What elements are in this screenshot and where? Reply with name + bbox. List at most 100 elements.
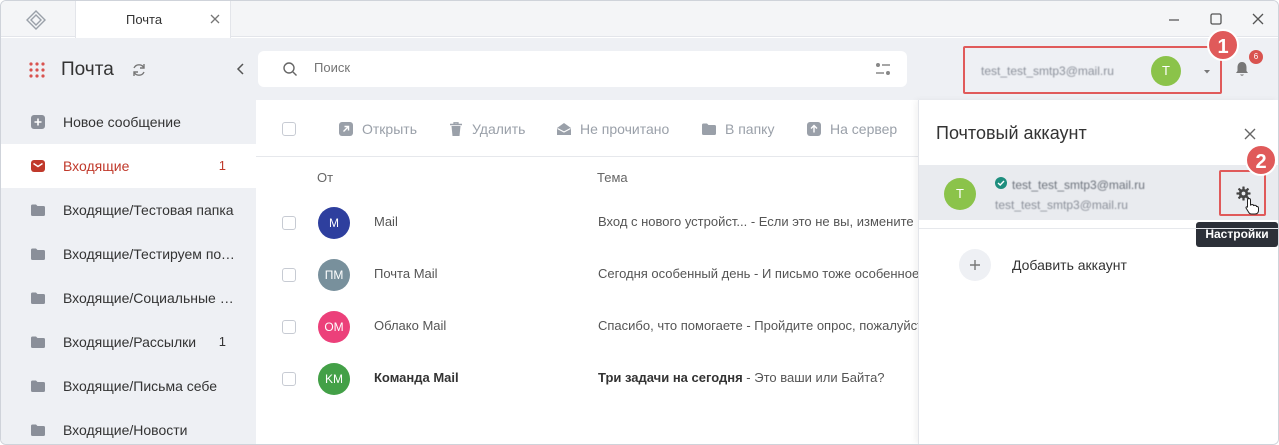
sidebar-item-folder[interactable]: Входящие/Социальные сети	[1, 276, 256, 320]
open-label: Открыть	[362, 121, 417, 137]
subject-text: Три задачи на сегодня	[598, 370, 743, 385]
sidebar-item-label: Входящие/Рассылки	[63, 334, 197, 350]
plus-icon	[970, 260, 980, 270]
message-toolbar: Открыть Удалить Не прочитано В папку На …	[256, 100, 919, 157]
sidebar-item-new-message[interactable]: Новое сообщение	[1, 100, 256, 144]
row-checkbox[interactable]	[282, 320, 296, 334]
column-header-subject[interactable]: Тема	[597, 170, 628, 185]
hand-cursor-icon	[1245, 197, 1259, 215]
sidebar-item-folder[interactable]: Входящие/Письма себе	[1, 364, 256, 408]
upload-to-server-label: На сервер	[830, 121, 898, 137]
top-bar: test_test_smtp3@mail.ru T 6	[256, 38, 1278, 100]
folder-icon	[31, 292, 45, 304]
message-row[interactable]: KM Команда Mail Три задачи на сегодня - …	[256, 353, 919, 405]
sidebar-item-folder[interactable]: Входящие/Новости	[1, 408, 256, 444]
add-account-button[interactable]	[959, 249, 991, 281]
message-subject: Три задачи на сегодня - Это ваши или Бай…	[598, 370, 919, 385]
avatar: KM	[318, 363, 350, 395]
bell-icon[interactable]	[1233, 60, 1251, 78]
move-to-folder-label: В папку	[725, 121, 775, 137]
sidebar-item-label: Входящие	[63, 158, 130, 174]
folder-icon	[702, 123, 716, 135]
tab-close-icon[interactable]	[208, 12, 222, 26]
message-row[interactable]: ПМ Почта Mail Сегодня особенный день - И…	[256, 249, 919, 301]
folder-icon	[31, 336, 45, 348]
sidebar-item-label: Входящие/Тестовая папка	[63, 202, 234, 218]
filter-icon[interactable]	[874, 61, 892, 77]
app-logo-icon	[26, 10, 46, 30]
subject-text: Сегодня особенный день	[598, 266, 751, 281]
row-checkbox[interactable]	[282, 216, 296, 230]
preview-text: - И письмо тоже особенное	[750, 266, 919, 281]
unread-count: 1	[218, 334, 226, 349]
message-subject: Вход с нового устройст... - Если это не …	[598, 214, 919, 229]
title-bar: Почта	[1, 1, 1278, 38]
caret-down-icon	[1204, 70, 1210, 74]
sidebar-item-folder[interactable]: Входящие/Тестовая папка	[1, 188, 256, 232]
select-all-checkbox[interactable]	[282, 122, 296, 136]
account-login: test_test_smtp3@mail.ru	[995, 198, 1128, 212]
account-selector[interactable]: test_test_smtp3@mail.ru T	[963, 46, 1222, 94]
folder-icon	[31, 380, 45, 392]
message-from: Команда Mail	[374, 370, 459, 385]
search-input[interactable]	[314, 60, 814, 75]
sidebar-item-folder[interactable]: Входящие/Тестируем почту	[1, 232, 256, 276]
avatar: ПМ	[318, 259, 350, 291]
message-from: Облако Mail	[374, 318, 447, 333]
row-checkbox[interactable]	[282, 268, 296, 282]
account-panel: Почтовый аккаунт T test_test_smtp3@mail.…	[918, 100, 1278, 444]
close-icon[interactable]	[1243, 127, 1257, 141]
avatar: M	[318, 207, 350, 239]
column-header-from[interactable]: От	[317, 170, 333, 185]
trash-icon	[450, 122, 462, 136]
avatar: OM	[318, 311, 350, 343]
envelope-open-icon	[557, 123, 571, 135]
mark-unread-label: Не прочитано	[580, 121, 670, 137]
tab-mail[interactable]: Почта	[75, 1, 231, 38]
preview-text: - Это ваши или Байта?	[742, 370, 885, 385]
folder-icon	[31, 248, 45, 260]
sidebar-item-label: Входящие/Социальные сети	[63, 290, 235, 306]
settings-button[interactable]	[1219, 170, 1266, 216]
sidebar-item-label: Входящие/Новости	[63, 422, 188, 438]
message-list-area: Открыть Удалить Не прочитано В папку На …	[256, 100, 919, 444]
message-row[interactable]: M Mail Вход с нового устройст... - Если …	[256, 197, 919, 249]
maximize-icon[interactable]	[1208, 11, 1224, 27]
subject-text: Вход с нового устройст...	[598, 214, 748, 229]
close-window-icon[interactable]	[1250, 11, 1266, 27]
message-subject: Сегодня особенный день - И письмо тоже о…	[598, 266, 919, 281]
folder-icon	[31, 204, 45, 216]
unread-count: 1	[218, 158, 226, 173]
mail-icon	[31, 160, 45, 172]
message-from: Почта Mail	[374, 266, 438, 281]
apps-grid-icon[interactable]	[28, 61, 46, 79]
panel-title: Почтовый аккаунт	[936, 123, 1087, 143]
sync-icon[interactable]	[131, 62, 147, 78]
search-icon	[283, 62, 297, 76]
sidebar-item-label: Входящие/Тестируем почту	[63, 246, 235, 262]
message-row[interactable]: OM Облако Mail Спасибо, что помогаете - …	[256, 301, 919, 353]
app-window: Почта Почта Новое сообщение Входящие 1 В…	[0, 0, 1279, 445]
add-account-label[interactable]: Добавить аккаунт	[1012, 257, 1127, 273]
message-from: Mail	[374, 214, 398, 229]
folder-icon	[31, 424, 45, 436]
delete-label: Удалить	[472, 121, 526, 137]
tab-label: Почта	[126, 12, 163, 27]
avatar: T	[1151, 56, 1181, 86]
collapse-sidebar-icon[interactable]	[234, 62, 248, 76]
preview-text: - Если это не вы, измените пароль	[750, 214, 919, 229]
plus-square-icon	[31, 115, 45, 129]
minimize-icon[interactable]	[1166, 11, 1182, 27]
step-marker-1: 1	[1207, 29, 1239, 61]
search-box[interactable]	[258, 51, 907, 87]
notification-badge: 6	[1249, 50, 1263, 64]
sidebar-item-inbox[interactable]: Входящие 1	[1, 144, 256, 188]
open-icon	[339, 122, 353, 136]
message-subject: Спасибо, что помогаете - Пройдите опрос,…	[598, 318, 919, 333]
row-checkbox[interactable]	[282, 372, 296, 386]
sidebar: Почта Новое сообщение Входящие 1 Входящи…	[1, 38, 256, 444]
sidebar-item-folder[interactable]: Входящие/Рассылки 1	[1, 320, 256, 364]
account-email: test_test_smtp3@mail.ru	[981, 64, 1114, 78]
subject-text: Спасибо, что помогаете	[598, 318, 743, 333]
account-email: test_test_smtp3@mail.ru	[1012, 178, 1145, 192]
